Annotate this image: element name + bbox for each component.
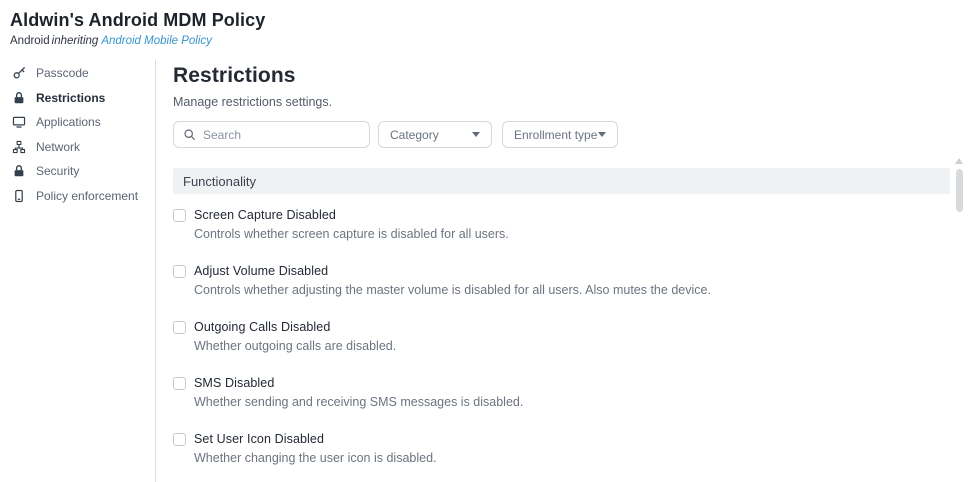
setting-row-outgoing-calls-disabled: Outgoing Calls Disabled Whether outgoing… [173,320,975,353]
search-box[interactable] [173,121,370,148]
adjust-volume-disabled-checkbox[interactable] [173,265,186,278]
inherited-policy-link[interactable]: Android Mobile Policy [101,35,212,47]
sidebar-item-passcode[interactable]: Passcode [0,61,155,86]
settings-list: Screen Capture Disabled Controls whether… [173,208,975,465]
page-subtitle: Android inheriting Android Mobile Policy [10,35,975,47]
setting-label: SMS Disabled [194,376,275,390]
sidebar-item-label: Passcode [36,66,89,81]
search-input[interactable] [203,127,360,142]
setting-label: Set User Icon Disabled [194,432,325,446]
scrollbar-thumb[interactable] [955,169,963,212]
setting-text: Outgoing Calls Disabled Whether outgoing… [194,320,396,353]
setting-row-set-user-icon-disabled: Set User Icon Disabled Whether changing … [173,432,975,465]
setting-description: Controls whether adjusting the master vo… [194,283,711,297]
outgoing-calls-disabled-checkbox[interactable] [173,321,186,334]
section-subtitle: Manage restrictions settings. [173,95,333,109]
sidebar-nav: Passcode Restrictions Applications Netwo… [0,60,156,482]
key-icon [12,66,26,80]
functionality-section-title: Functionality [183,173,256,189]
sidebar-item-restrictions[interactable]: Restrictions [0,86,155,111]
sidebar-item-applications[interactable]: Applications [0,110,155,135]
scroll-up-arrow-icon[interactable] [955,158,963,164]
setting-text: Adjust Volume Disabled Controls whether … [194,264,711,297]
section-title: Restrictions [173,64,296,87]
filter-bar: Category Enrollment type [173,121,975,148]
main-content: Restrictions Manage restrictions setting… [156,60,975,482]
setting-text: SMS Disabled Whether sending and receivi… [194,376,523,409]
sidebar-item-label: Network [36,139,81,154]
category-dropdown-label: Category [390,127,439,142]
network-icon [12,140,26,154]
screen-capture-disabled-checkbox[interactable] [173,209,186,222]
sidebar-item-label: Policy enforcement [36,188,139,203]
scrollbar[interactable] [954,158,964,458]
monitor-icon [12,115,26,129]
set-user-icon-disabled-checkbox[interactable] [173,433,186,446]
setting-text: Set User Icon Disabled Whether changing … [194,432,437,465]
sidebar-item-label: Restrictions [36,90,106,105]
sidebar-item-policy-enforcement[interactable]: Policy enforcement [0,184,155,209]
setting-description: Controls whether screen capture is disab… [194,227,509,241]
setting-description: Whether changing the user icon is disabl… [194,451,437,465]
page-header: Aldwin's Android MDM Policy Android inher… [0,0,975,60]
setting-label: Adjust Volume Disabled [194,264,329,278]
setting-row-screen-capture-disabled: Screen Capture Disabled Controls whether… [173,208,975,241]
setting-label: Outgoing Calls Disabled [194,320,331,334]
functionality-section-header: Functionality [173,168,950,194]
sidebar-item-network[interactable]: Network [0,135,155,160]
sidebar-item-label: Applications [36,115,101,130]
sidebar-item-security[interactable]: Security [0,159,155,184]
enrollment-type-dropdown-label: Enrollment type [514,127,598,142]
setting-description: Whether sending and receiving SMS messag… [194,395,524,409]
chevron-down-icon [472,132,480,137]
setting-text: Screen Capture Disabled Controls whether… [194,208,509,241]
smartphone-icon [12,189,26,203]
setting-row-sms-disabled: SMS Disabled Whether sending and receivi… [173,376,975,409]
category-dropdown[interactable]: Category [378,121,492,148]
inheriting-label: inheriting [51,35,99,47]
sidebar-item-label: Security [36,164,80,179]
platform-label: Android [10,35,50,47]
setting-description: Whether outgoing calls are disabled. [194,339,397,353]
page-title: Aldwin's Android MDM Policy [10,10,266,30]
search-icon [183,128,196,141]
lock-icon [12,164,26,178]
lock-icon [12,91,26,105]
setting-row-adjust-volume-disabled: Adjust Volume Disabled Controls whether … [173,264,975,297]
enrollment-type-dropdown[interactable]: Enrollment type [502,121,618,148]
chevron-down-icon [598,132,606,137]
sms-disabled-checkbox[interactable] [173,377,186,390]
setting-label: Screen Capture Disabled [194,208,336,222]
mdm-policy-page: Aldwin's Android MDM Policy Android inher… [0,0,975,482]
